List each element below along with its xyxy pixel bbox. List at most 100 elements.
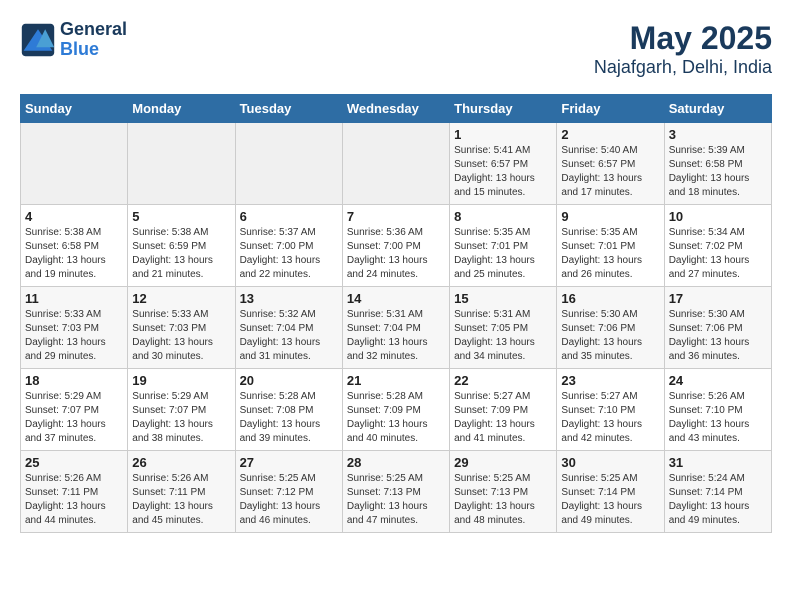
day-info: Sunrise: 5:32 AM Sunset: 7:04 PM Dayligh… xyxy=(240,308,338,364)
calendar-week-row: 18 Sunrise: 5:29 AM Sunset: 7:07 PM Dayli… xyxy=(21,369,772,451)
calendar-day-cell: 6 Sunrise: 5:37 AM Sunset: 7:00 PM Daylig… xyxy=(235,205,342,287)
calendar-day-cell: 8 Sunrise: 5:35 AM Sunset: 7:01 PM Daylig… xyxy=(450,205,557,287)
day-of-week-header: Monday xyxy=(128,95,235,123)
day-number: 13 xyxy=(240,291,338,306)
day-info: Sunrise: 5:26 AM Sunset: 7:11 PM Dayligh… xyxy=(132,472,230,528)
day-number: 23 xyxy=(561,373,659,388)
day-info: Sunrise: 5:27 AM Sunset: 7:09 PM Dayligh… xyxy=(454,390,552,446)
day-number: 29 xyxy=(454,455,552,470)
day-info: Sunrise: 5:24 AM Sunset: 7:14 PM Dayligh… xyxy=(669,472,767,528)
day-number: 21 xyxy=(347,373,445,388)
day-info: Sunrise: 5:37 AM Sunset: 7:00 PM Dayligh… xyxy=(240,226,338,282)
calendar-day-cell: 24Sunrise: 5:26 AM Sunset: 7:10 PM Dayli… xyxy=(664,369,771,451)
calendar-title: May 2025 xyxy=(594,20,772,57)
day-number: 20 xyxy=(240,373,338,388)
page-header: General Blue May 2025 Najafgarh, Delhi, … xyxy=(20,20,772,78)
day-number: 9 xyxy=(561,209,659,224)
day-number: 5 xyxy=(132,209,230,224)
day-number: 2 xyxy=(561,127,659,142)
day-info: Sunrise: 5:33 AM Sunset: 7:03 PM Dayligh… xyxy=(25,308,123,364)
day-number: 18 xyxy=(25,373,123,388)
day-number: 15 xyxy=(454,291,552,306)
calendar-day-cell: 20 Sunrise: 5:28 AM Sunset: 7:08 PM Dayli… xyxy=(235,369,342,451)
calendar-day-cell xyxy=(21,123,128,205)
day-number: 8 xyxy=(454,209,552,224)
day-of-week-header: Tuesday xyxy=(235,95,342,123)
day-info: Sunrise: 5:26 AM Sunset: 7:10 PM Dayligh… xyxy=(669,390,767,446)
calendar-day-cell: 27 Sunrise: 5:25 AM Sunset: 7:12 PM Dayli… xyxy=(235,451,342,533)
calendar-table: SundayMondayTuesdayWednesdayThursdayFrid… xyxy=(20,94,772,533)
calendar-day-cell: 23Sunrise: 5:27 AM Sunset: 7:10 PM Dayli… xyxy=(557,369,664,451)
calendar-day-cell: 9 Sunrise: 5:35 AM Sunset: 7:01 PM Daylig… xyxy=(557,205,664,287)
day-info: Sunrise: 5:26 AM Sunset: 7:11 PM Dayligh… xyxy=(25,472,123,528)
day-info: Sunrise: 5:35 AM Sunset: 7:01 PM Dayligh… xyxy=(454,226,552,282)
day-of-week-header: Wednesday xyxy=(342,95,449,123)
day-number: 22 xyxy=(454,373,552,388)
calendar-day-cell: 5 Sunrise: 5:38 AM Sunset: 6:59 PM Daylig… xyxy=(128,205,235,287)
day-info: Sunrise: 5:28 AM Sunset: 7:09 PM Dayligh… xyxy=(347,390,445,446)
day-info: Sunrise: 5:41 AM Sunset: 6:57 PM Dayligh… xyxy=(454,144,552,200)
calendar-day-cell xyxy=(342,123,449,205)
day-number: 7 xyxy=(347,209,445,224)
day-info: Sunrise: 5:39 AM Sunset: 6:58 PM Dayligh… xyxy=(669,144,767,200)
day-number: 31 xyxy=(669,455,767,470)
day-number: 26 xyxy=(132,455,230,470)
calendar-day-cell: 1 Sunrise: 5:41 AM Sunset: 6:57 PM Daylig… xyxy=(450,123,557,205)
calendar-day-cell: 11 Sunrise: 5:33 AM Sunset: 7:03 PM Dayli… xyxy=(21,287,128,369)
title-block: May 2025 Najafgarh, Delhi, India xyxy=(594,20,772,78)
day-number: 11 xyxy=(25,291,123,306)
day-number: 6 xyxy=(240,209,338,224)
calendar-day-cell: 7 Sunrise: 5:36 AM Sunset: 7:00 PM Daylig… xyxy=(342,205,449,287)
calendar-subtitle: Najafgarh, Delhi, India xyxy=(594,57,772,78)
day-number: 17 xyxy=(669,291,767,306)
day-of-week-header: Thursday xyxy=(450,95,557,123)
calendar-day-cell: 26 Sunrise: 5:26 AM Sunset: 7:11 PM Dayli… xyxy=(128,451,235,533)
calendar-day-cell: 4Sunrise: 5:38 AM Sunset: 6:58 PM Daylig… xyxy=(21,205,128,287)
day-info: Sunrise: 5:35 AM Sunset: 7:01 PM Dayligh… xyxy=(561,226,659,282)
day-info: Sunrise: 5:31 AM Sunset: 7:05 PM Dayligh… xyxy=(454,308,552,364)
calendar-day-cell: 18 Sunrise: 5:29 AM Sunset: 7:07 PM Dayli… xyxy=(21,369,128,451)
days-of-week-row: SundayMondayTuesdayWednesdayThursdayFrid… xyxy=(21,95,772,123)
day-info: Sunrise: 5:36 AM Sunset: 7:00 PM Dayligh… xyxy=(347,226,445,282)
day-number: 16 xyxy=(561,291,659,306)
calendar-day-cell: 21 Sunrise: 5:28 AM Sunset: 7:09 PM Dayli… xyxy=(342,369,449,451)
logo-text: General Blue xyxy=(60,20,127,60)
day-info: Sunrise: 5:29 AM Sunset: 7:07 PM Dayligh… xyxy=(25,390,123,446)
calendar-week-row: 25 Sunrise: 5:26 AM Sunset: 7:11 PM Dayli… xyxy=(21,451,772,533)
day-info: Sunrise: 5:33 AM Sunset: 7:03 PM Dayligh… xyxy=(132,308,230,364)
day-of-week-header: Saturday xyxy=(664,95,771,123)
calendar-week-row: 11 Sunrise: 5:33 AM Sunset: 7:03 PM Dayli… xyxy=(21,287,772,369)
calendar-day-cell: 10 Sunrise: 5:34 AM Sunset: 7:02 PM Dayli… xyxy=(664,205,771,287)
day-number: 14 xyxy=(347,291,445,306)
calendar-day-cell: 17 Sunrise: 5:30 AM Sunset: 7:06 PM Dayli… xyxy=(664,287,771,369)
logo-icon xyxy=(20,22,56,58)
calendar-body: 1 Sunrise: 5:41 AM Sunset: 6:57 PM Daylig… xyxy=(21,123,772,533)
day-info: Sunrise: 5:38 AM Sunset: 6:59 PM Dayligh… xyxy=(132,226,230,282)
day-number: 12 xyxy=(132,291,230,306)
day-info: Sunrise: 5:31 AM Sunset: 7:04 PM Dayligh… xyxy=(347,308,445,364)
day-info: Sunrise: 5:30 AM Sunset: 7:06 PM Dayligh… xyxy=(561,308,659,364)
day-number: 27 xyxy=(240,455,338,470)
day-info: Sunrise: 5:34 AM Sunset: 7:02 PM Dayligh… xyxy=(669,226,767,282)
day-info: Sunrise: 5:28 AM Sunset: 7:08 PM Dayligh… xyxy=(240,390,338,446)
calendar-day-cell: 15 Sunrise: 5:31 AM Sunset: 7:05 PM Dayli… xyxy=(450,287,557,369)
day-info: Sunrise: 5:25 AM Sunset: 7:13 PM Dayligh… xyxy=(454,472,552,528)
calendar-day-cell: 13 Sunrise: 5:32 AM Sunset: 7:04 PM Dayli… xyxy=(235,287,342,369)
day-number: 19 xyxy=(132,373,230,388)
day-info: Sunrise: 5:40 AM Sunset: 6:57 PM Dayligh… xyxy=(561,144,659,200)
calendar-day-cell: 25 Sunrise: 5:26 AM Sunset: 7:11 PM Dayli… xyxy=(21,451,128,533)
day-number: 10 xyxy=(669,209,767,224)
day-info: Sunrise: 5:25 AM Sunset: 7:12 PM Dayligh… xyxy=(240,472,338,528)
calendar-day-cell: 14 Sunrise: 5:31 AM Sunset: 7:04 PM Dayli… xyxy=(342,287,449,369)
day-number: 1 xyxy=(454,127,552,142)
calendar-day-cell: 22 Sunrise: 5:27 AM Sunset: 7:09 PM Dayli… xyxy=(450,369,557,451)
calendar-day-cell: 2 Sunrise: 5:40 AM Sunset: 6:57 PM Daylig… xyxy=(557,123,664,205)
day-info: Sunrise: 5:30 AM Sunset: 7:06 PM Dayligh… xyxy=(669,308,767,364)
day-number: 25 xyxy=(25,455,123,470)
calendar-week-row: 1 Sunrise: 5:41 AM Sunset: 6:57 PM Daylig… xyxy=(21,123,772,205)
calendar-day-cell: 30Sunrise: 5:25 AM Sunset: 7:14 PM Dayli… xyxy=(557,451,664,533)
day-info: Sunrise: 5:25 AM Sunset: 7:14 PM Dayligh… xyxy=(561,472,659,528)
calendar-week-row: 4Sunrise: 5:38 AM Sunset: 6:58 PM Daylig… xyxy=(21,205,772,287)
day-info: Sunrise: 5:25 AM Sunset: 7:13 PM Dayligh… xyxy=(347,472,445,528)
day-number: 28 xyxy=(347,455,445,470)
